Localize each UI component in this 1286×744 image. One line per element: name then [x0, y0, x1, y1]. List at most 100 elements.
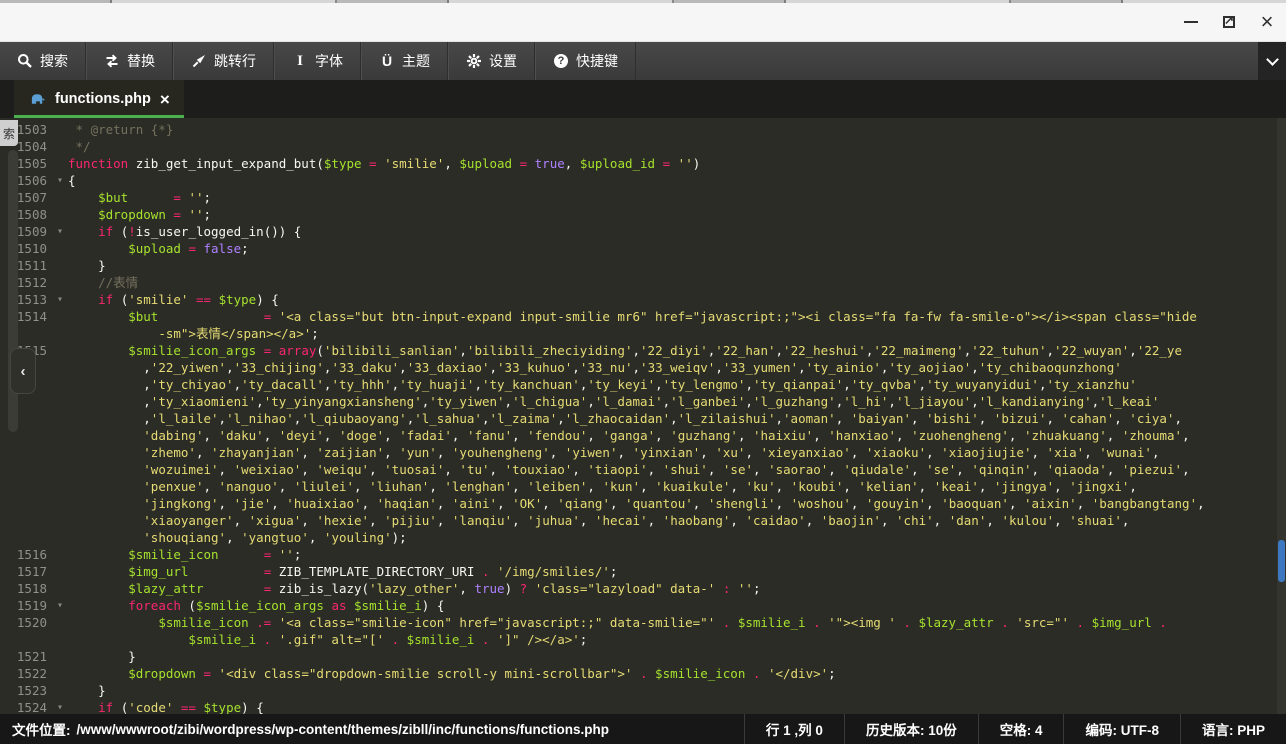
code-text: foreach ($smilie_icon_args as $smilie_i)… [68, 597, 1286, 614]
code-line[interactable]: 1514 $but = '<a class="but btn-input-exp… [0, 308, 1286, 325]
code-line[interactable]: 1507 $but = ''; [0, 189, 1286, 206]
vertical-scrollbar-track[interactable] [1277, 118, 1286, 714]
code-line[interactable]: 1515 $smilie_icon_args = array('bilibili… [0, 342, 1286, 359]
code-line[interactable]: 1508 $dropdown = ''; [0, 206, 1286, 223]
toolbar-button-theme[interactable]: Ü主题 [361, 42, 448, 80]
code-editor[interactable]: 1503 * @return {*}1504 */1505function zi… [0, 118, 1286, 714]
fold-spacer [52, 563, 68, 580]
tab-close-icon[interactable]: × [160, 91, 170, 108]
code-text: if (!is_user_logged_in()) { [68, 223, 1286, 240]
fold-spacer [52, 546, 68, 563]
toolbar-overflow-button[interactable] [1258, 42, 1286, 80]
code-line[interactable]: 1511 } [0, 257, 1286, 274]
fold-spacer [52, 614, 68, 631]
code-line[interactable]: 1510 $upload = false; [0, 240, 1286, 257]
code-line[interactable]: 1503 * @return {*} [0, 121, 1286, 138]
window-controls: × [1182, 3, 1276, 41]
code-line[interactable]: 1516 $smilie_icon = ''; [0, 546, 1286, 563]
fold-spacer [52, 529, 68, 546]
toolbar-button-font[interactable]: I字体 [274, 42, 361, 80]
side-panel-tab[interactable]: 索 [0, 120, 18, 146]
vertical-scrollbar-thumb[interactable] [1278, 540, 1285, 582]
close-button[interactable]: × [1258, 13, 1276, 31]
code-line-wrap[interactable]: 'xiaoyanger', 'xigua', 'hexie', 'pijiu',… [0, 512, 1286, 529]
code-line[interactable]: 1524▾ if ('code' == $type) { [0, 699, 1286, 714]
code-line-wrap[interactable]: ,'l_laile','l_nihao','l_qiubaoyang','l_s… [0, 410, 1286, 427]
code-text: $dropdown = '<div class="dropdown-smilie… [68, 665, 1286, 682]
fold-arrow-icon[interactable]: ▾ [52, 172, 68, 189]
theme-icon: Ü [379, 53, 395, 69]
fold-arrow-icon[interactable]: ▾ [52, 291, 68, 308]
minimize-button[interactable] [1182, 13, 1200, 31]
code-line[interactable]: 1520 $smilie_icon .= '<a class="smilie-i… [0, 614, 1286, 631]
code-text: $smilie_icon .= '<a class="smilie-icon" … [68, 614, 1286, 631]
line-number: 1516 [0, 546, 52, 563]
code-line-wrap[interactable]: -sm">表情</span></a>'; [0, 325, 1286, 342]
code-line-wrap[interactable]: 'wozuimei', 'weixiao', 'weiqu', 'tuosai'… [0, 461, 1286, 478]
code-line[interactable]: 1504 */ [0, 138, 1286, 155]
code-text: function zib_get_input_expand_but($type … [68, 155, 1286, 172]
code-line-wrap[interactable]: $smilie_i . '.gif" alt="[' . $smilie_i .… [0, 631, 1286, 648]
code-line[interactable]: 1517 $img_url = ZIB_TEMPLATE_DIRECTORY_U… [0, 563, 1286, 580]
collapse-panel-button[interactable]: ‹ [10, 348, 36, 394]
status-language[interactable]: 语言: PHP [1180, 714, 1286, 744]
maximize-button[interactable] [1220, 13, 1238, 31]
fold-spacer [52, 682, 68, 699]
code-line-wrap[interactable]: ,'ty_xiaomieni','ty_yinyangxiansheng','t… [0, 393, 1286, 410]
code-line-wrap[interactable]: 'jingkong', 'jie', 'huaixiao', 'haqian',… [0, 495, 1286, 512]
code-text: ,'ty_xiaomieni','ty_yinyangxiansheng','t… [68, 393, 1286, 410]
code-line[interactable]: 1522 $dropdown = '<div class="dropdown-s… [0, 665, 1286, 682]
code-line[interactable]: 1521 } [0, 648, 1286, 665]
code-line[interactable]: 1512 //表情 [0, 274, 1286, 291]
pin-icon [191, 53, 207, 69]
toolbar-button-replace[interactable]: 替换 [86, 42, 173, 80]
file-location-label: 文件位置: [12, 719, 71, 739]
code-line[interactable]: 1519▾ foreach ($smilie_icon_args as $smi… [0, 597, 1286, 614]
code-line[interactable]: 1523 } [0, 682, 1286, 699]
file-path[interactable]: /www/wwwroot/zibi/wordpress/wp-content/t… [77, 722, 610, 737]
code-text: $dropdown = ''; [68, 206, 1286, 223]
code-text: if ('code' == $type) { [68, 699, 1286, 714]
line-number: 1517 [0, 563, 52, 580]
code-line-wrap[interactable]: 'shouqiang', 'yangtuo', 'youling'); [0, 529, 1286, 546]
code-text: $but = '<a class="but btn-input-expand i… [68, 308, 1286, 325]
font-icon: I [292, 53, 308, 69]
code-line[interactable]: 1518 $lazy_attr = zib_is_lazy('lazy_othe… [0, 580, 1286, 597]
toolbar-button-hotkeys[interactable]: ?快捷键 [535, 42, 636, 80]
fold-spacer [52, 461, 68, 478]
tab-functions-php[interactable]: functions.php × [14, 80, 184, 118]
status-indent-spaces[interactable]: 空格: 4 [978, 714, 1064, 744]
status-history-versions[interactable]: 历史版本: 10份 [844, 714, 978, 744]
line-number: 1520 [0, 614, 52, 631]
fold-arrow-icon[interactable]: ▾ [52, 597, 68, 614]
code-line[interactable]: 1505function zib_get_input_expand_but($t… [0, 155, 1286, 172]
code-line-wrap[interactable]: 'dabing', 'daku', 'deyi', 'doge', 'fadai… [0, 427, 1286, 444]
toolbar-button-goto-line[interactable]: 跳转行 [173, 42, 274, 80]
code-text: $smilie_icon_args = array('bilibili_sanl… [68, 342, 1286, 359]
fold-spacer [52, 342, 68, 359]
toolbar-button-search[interactable]: 搜索 [0, 42, 86, 80]
status-cursor-position[interactable]: 行 1 ,列 0 [744, 714, 844, 744]
fold-arrow-icon[interactable]: ▾ [52, 223, 68, 240]
code-line[interactable]: 1513▾ if ('smilie' == $type) { [0, 291, 1286, 308]
line-number: 1518 [0, 580, 52, 597]
chevron-down-icon [1266, 53, 1279, 66]
status-encoding[interactable]: 编码: UTF-8 [1063, 714, 1180, 744]
code-text: $but = ''; [68, 189, 1286, 206]
toolbar-button-settings[interactable]: 设置 [448, 42, 535, 80]
code-text: 'dabing', 'daku', 'deyi', 'doge', 'fadai… [68, 427, 1286, 444]
code-text: } [68, 682, 1286, 699]
code-line-wrap[interactable]: ,'22_yiwen','33_chijing','33_daku','33_d… [0, 359, 1286, 376]
fold-spacer [52, 427, 68, 444]
code-line[interactable]: 1509▾ if (!is_user_logged_in()) { [0, 223, 1286, 240]
code-line-wrap[interactable]: 'zhemo', 'zhayanjian', 'zaijian', 'yun',… [0, 444, 1286, 461]
code-text: 'shouqiang', 'yangtuo', 'youling'); [68, 529, 1286, 546]
minimize-icon [1184, 21, 1198, 23]
code-line[interactable]: 1506▾{ [0, 172, 1286, 189]
fold-spacer [52, 359, 68, 376]
code-text: ,'ty_chiyao','ty_dacall','ty_hhh','ty_hu… [68, 376, 1286, 393]
maximize-icon [1223, 16, 1235, 28]
fold-arrow-icon[interactable]: ▾ [52, 699, 68, 714]
code-line-wrap[interactable]: 'penxue', 'nanguo', 'liulei', 'liuhan', … [0, 478, 1286, 495]
code-line-wrap[interactable]: ,'ty_chiyao','ty_dacall','ty_hhh','ty_hu… [0, 376, 1286, 393]
